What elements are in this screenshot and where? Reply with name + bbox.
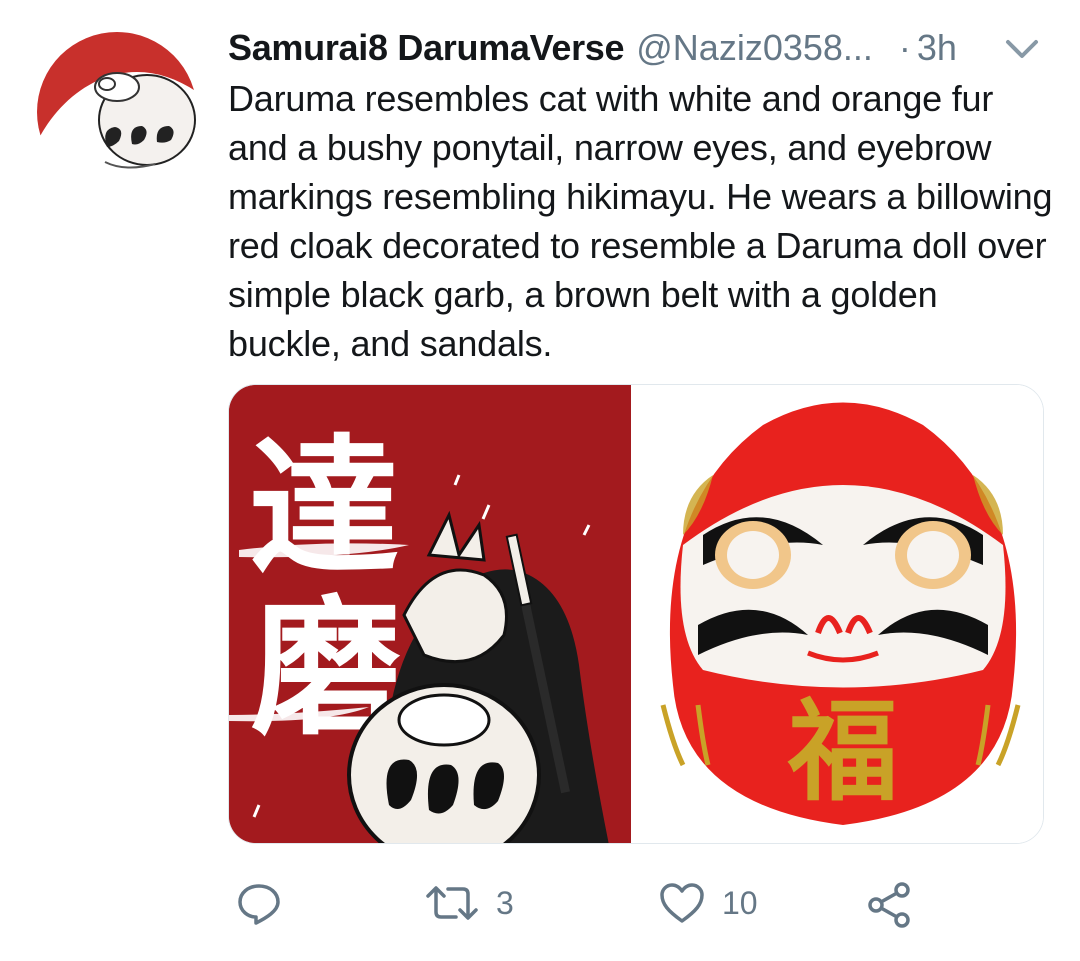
retweet-icon <box>424 880 480 926</box>
separator-dot: · <box>898 27 911 68</box>
tweet-actions: 3 10 <box>228 870 1058 940</box>
like-count: 10 <box>722 884 758 921</box>
tweet[interactable]: Samurai8 DarumaVerse @Naziz0358... · 3h … <box>0 0 1080 961</box>
chevron-down-icon[interactable] <box>1004 36 1040 62</box>
display-name[interactable]: Samurai8 DarumaVerse <box>228 27 625 69</box>
tweet-text: Daruma resembles cat with white and oran… <box>228 78 1053 364</box>
tweet-header: Samurai8 DarumaVerse @Naziz0358... · 3h <box>228 22 1058 74</box>
share-icon <box>864 880 914 930</box>
like-button[interactable]: 10 <box>658 880 758 926</box>
reply-icon <box>236 880 282 926</box>
heart-icon <box>658 880 706 926</box>
user-handle[interactable]: @Naziz0358... <box>636 27 873 69</box>
media-image-right[interactable]: 福 <box>643 385 1043 843</box>
share-button[interactable] <box>864 880 914 930</box>
calligraphy-char-1: 達 <box>249 420 399 596</box>
timestamp[interactable]: 3h <box>917 27 957 69</box>
daruma-avatar-icon <box>37 32 197 192</box>
retweet-button[interactable]: 3 <box>424 880 514 926</box>
media-divider <box>631 385 643 843</box>
gold-character: 福 <box>787 687 898 816</box>
media-image-left[interactable]: 達 磨 <box>229 385 631 843</box>
reply-button[interactable] <box>236 880 282 926</box>
retweet-count: 3 <box>496 884 514 921</box>
tweet-media[interactable]: 達 磨 福 <box>228 384 1044 844</box>
avatar[interactable] <box>37 32 197 192</box>
